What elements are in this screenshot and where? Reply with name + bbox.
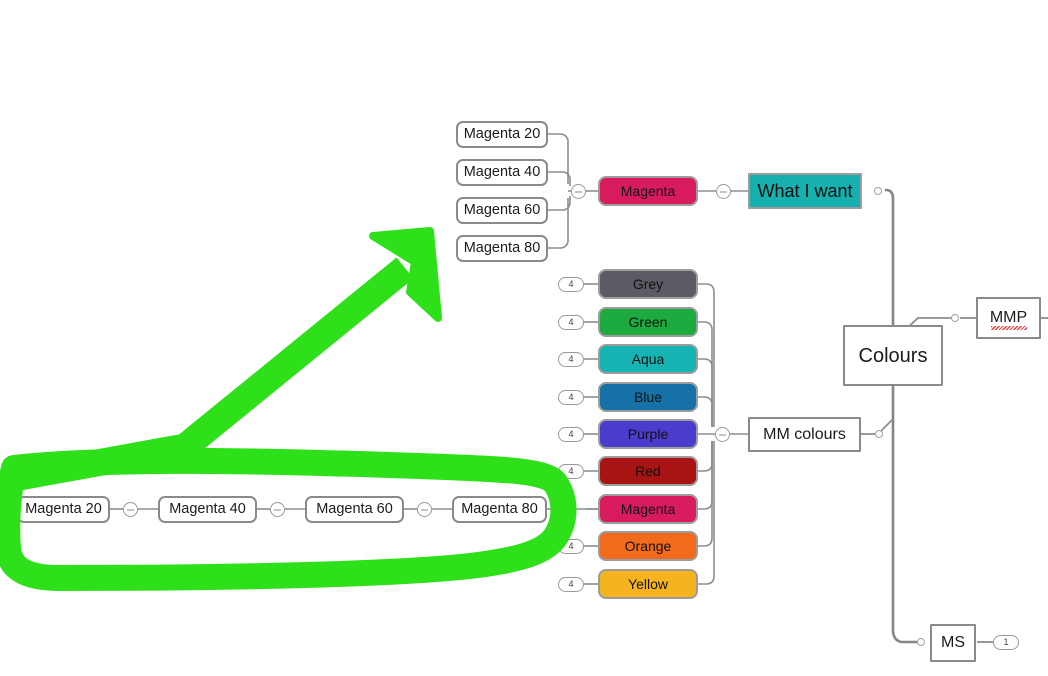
collapse-toggle-mm-colours[interactable] (715, 427, 730, 442)
collapse-toggle-magenta-60[interactable] (417, 502, 432, 517)
collapse-toggle-magenta-top-children[interactable] (571, 184, 586, 199)
topic-label: Grey (632, 276, 664, 292)
topic-label: Magenta 40 (169, 501, 246, 518)
topic-colour-purple[interactable]: Purple (598, 419, 698, 449)
topic-label: Magenta 40 (463, 164, 541, 181)
child-count-badge-yellow[interactable]: 4 (558, 577, 584, 592)
child-count-badge-orange[interactable]: 4 (558, 539, 584, 554)
topic-magenta-swatch-upper[interactable]: Magenta (598, 176, 698, 206)
topic-label: Purple (627, 426, 669, 442)
child-count-badge-purple[interactable]: 4 (558, 427, 584, 442)
topic-colour-magenta[interactable]: Magenta (598, 494, 698, 524)
topic-label: Red (635, 463, 661, 479)
topic-colour-green[interactable]: Green (598, 307, 698, 337)
central-topic-colours[interactable]: Colours (843, 325, 943, 386)
topic-label: Blue (633, 389, 663, 405)
topic-colour-grey[interactable]: Grey (598, 269, 698, 299)
branch-junction-mm-colours[interactable] (875, 430, 883, 438)
topic-label: Yellow (628, 576, 668, 592)
topic-label: Magenta (620, 501, 676, 517)
child-count-badge-ms[interactable]: 1 (993, 635, 1019, 650)
central-topic-label: Colours (858, 344, 928, 367)
topic-colour-aqua[interactable]: Aqua (598, 344, 698, 374)
nodes-layer: Magenta 20 Magenta 40 Magenta 60 Magenta… (0, 0, 1048, 676)
child-count-badge-red[interactable]: 4 (558, 464, 584, 479)
collapse-toggle-what-i-want[interactable] (716, 184, 731, 199)
branch-junction-ms[interactable] (917, 638, 925, 646)
mindmap-canvas[interactable]: Magenta 20 Magenta 40 Magenta 60 Magenta… (0, 0, 1048, 676)
topic-label: Magenta 60 (316, 501, 393, 518)
topic-colour-red[interactable]: Red (598, 456, 698, 486)
topic-label: Magenta 20 (25, 501, 102, 518)
topic-label: What I want (757, 181, 853, 201)
topic-magenta-40-chain[interactable]: Magenta 40 (158, 496, 257, 523)
topic-magenta-80-top[interactable]: Magenta 80 (456, 235, 548, 262)
topic-label: Magenta 20 (463, 126, 541, 143)
topic-ms[interactable]: MS (930, 624, 976, 662)
topic-magenta-20-top[interactable]: Magenta 20 (456, 121, 548, 148)
child-count-badge-green[interactable]: 4 (558, 315, 584, 330)
topic-magenta-40-top[interactable]: Magenta 40 (456, 159, 548, 186)
child-count-badge-blue[interactable]: 4 (558, 390, 584, 405)
topic-mmp[interactable]: MMP (976, 297, 1041, 339)
topic-magenta-60-chain[interactable]: Magenta 60 (305, 496, 404, 523)
topic-magenta-20-chain[interactable]: Magenta 20 (17, 496, 110, 523)
topic-label: Orange (624, 538, 672, 554)
branch-junction-mmp[interactable] (951, 314, 959, 322)
spellcheck-squiggle-icon (990, 326, 1027, 330)
topic-colour-blue[interactable]: Blue (598, 382, 698, 412)
collapse-toggle-magenta-40[interactable] (270, 502, 285, 517)
topic-label: Magenta 60 (463, 202, 541, 219)
topic-what-i-want[interactable]: What I want (748, 173, 862, 209)
topic-label: Magenta 80 (461, 501, 538, 518)
topic-label: MM colours (763, 425, 846, 443)
child-count-badge-aqua[interactable]: 4 (558, 352, 584, 367)
topic-label: Magenta 80 (463, 240, 541, 257)
topic-colour-orange[interactable]: Orange (598, 531, 698, 561)
child-count-badge-grey[interactable]: 4 (558, 277, 584, 292)
topic-label: Aqua (631, 351, 665, 367)
branch-junction-what-i-want[interactable] (874, 187, 882, 195)
topic-magenta-80-chain[interactable]: Magenta 80 (452, 496, 547, 523)
topic-label: Green (628, 314, 668, 330)
topic-label: MS (941, 634, 965, 651)
topic-colour-yellow[interactable]: Yellow (598, 569, 698, 599)
collapse-toggle-magenta-80[interactable] (560, 502, 575, 517)
topic-magenta-60-top[interactable]: Magenta 60 (456, 197, 548, 224)
topic-mm-colours[interactable]: MM colours (748, 417, 861, 452)
collapse-toggle-magenta-20[interactable] (123, 502, 138, 517)
topic-label: Magenta (620, 183, 676, 199)
topic-label: MMP (989, 309, 1028, 326)
